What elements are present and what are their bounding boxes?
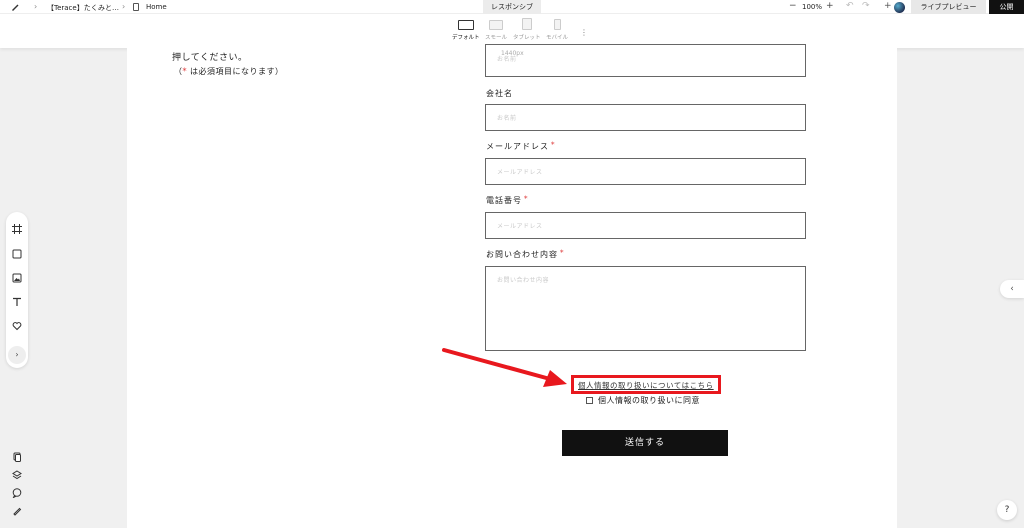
required-star: * [560, 249, 565, 257]
tab-responsive[interactable]: レスポンシブ [483, 0, 541, 14]
device-label: スモール [485, 35, 508, 41]
avatar[interactable] [894, 2, 905, 13]
inquiry-textarea[interactable]: お問い合わせ内容 [485, 266, 806, 351]
left-bottom-toolbar [8, 448, 26, 520]
device-mobile[interactable]: モバイル [546, 19, 569, 41]
chevron-right-icon: › [122, 2, 126, 11]
device-label: タブレット [513, 35, 541, 41]
name-field[interactable]: お名前 [485, 44, 806, 77]
heart-icon[interactable] [12, 321, 22, 331]
phone-label: 電話番号 * [486, 195, 529, 205]
monitor-icon [457, 20, 474, 30]
layers-icon[interactable] [12, 470, 22, 480]
placeholder: メールアドレス [497, 223, 543, 230]
required-note: （* は必須項目になります） [174, 67, 284, 76]
zoom-in-icon[interactable]: + [826, 1, 834, 11]
publish-button[interactable]: 公開 [989, 0, 1024, 14]
mobile-icon [553, 19, 561, 30]
redo-icon[interactable]: ↷ [862, 1, 870, 11]
page-icon [133, 3, 139, 11]
breadcrumb-project[interactable]: 【Terace】たくみと… [47, 3, 119, 13]
left-toolbar: › [6, 212, 28, 368]
annotation-highlight-box [571, 375, 721, 394]
placeholder: お名前 [497, 115, 517, 122]
device-label: デフォルト [452, 35, 480, 41]
required-star: * [524, 195, 529, 203]
email-label: メールアドレス * [486, 141, 556, 151]
placeholder: お問い合わせ内容 [497, 277, 550, 284]
submit-button[interactable]: 送信する [562, 430, 728, 456]
add-collaborator-icon[interactable]: + [884, 1, 892, 11]
top-bar: › 【Terace】たくみと… › Home レスポンシブ − 100% + ↶… [0, 0, 1024, 14]
device-bar: デフォルト スモール タブレット モバイル ⋮ [0, 14, 1024, 48]
laptop-icon [489, 20, 503, 30]
zoom-out-icon[interactable]: − [789, 1, 797, 11]
inquiry-label: お問い合わせ内容 * [486, 249, 565, 259]
consent-row[interactable]: 個人情報の取り扱いに同意 [586, 395, 700, 406]
rectangle-icon[interactable] [12, 249, 22, 259]
device-tablet[interactable]: タブレット [513, 18, 541, 41]
annotation-arrow [442, 348, 567, 387]
company-label: 会社名 [486, 89, 513, 98]
pen-icon[interactable] [10, 2, 20, 12]
text-icon[interactable] [12, 297, 22, 307]
undo-icon[interactable]: ↶ [846, 1, 854, 11]
required-star: * [551, 141, 556, 149]
device-default[interactable]: デフォルト [452, 20, 480, 41]
device-label: モバイル [546, 35, 569, 41]
email-field[interactable]: メールアドレス [485, 158, 806, 185]
pages-icon[interactable] [12, 452, 22, 462]
chevron-right-icon: › [34, 2, 38, 11]
company-field[interactable]: お名前 [485, 104, 806, 131]
image-icon[interactable] [12, 273, 22, 283]
edit-icon[interactable] [12, 506, 22, 516]
comment-icon[interactable] [12, 488, 22, 498]
phone-field[interactable]: メールアドレス [485, 212, 806, 239]
expand-icon[interactable]: › [8, 346, 26, 364]
more-icon[interactable]: ⋮ [580, 28, 588, 37]
frame-icon[interactable] [12, 224, 22, 234]
consent-label: 個人情報の取り扱いに同意 [598, 396, 700, 405]
live-preview-button[interactable]: ライブプレビュー [911, 0, 986, 14]
intro-text: 押してください。 [172, 53, 248, 63]
device-small[interactable]: スモール [485, 20, 507, 41]
breadcrumb-page[interactable]: Home [146, 3, 167, 11]
zoom-level: 100% [802, 3, 823, 11]
tablet-icon [521, 18, 532, 30]
consent-checkbox[interactable] [586, 397, 593, 404]
right-panel-toggle-icon[interactable]: ‹ [1000, 280, 1024, 298]
width-label: 1440px [501, 50, 524, 57]
placeholder: メールアドレス [497, 169, 543, 176]
help-button[interactable]: ? [997, 500, 1017, 520]
